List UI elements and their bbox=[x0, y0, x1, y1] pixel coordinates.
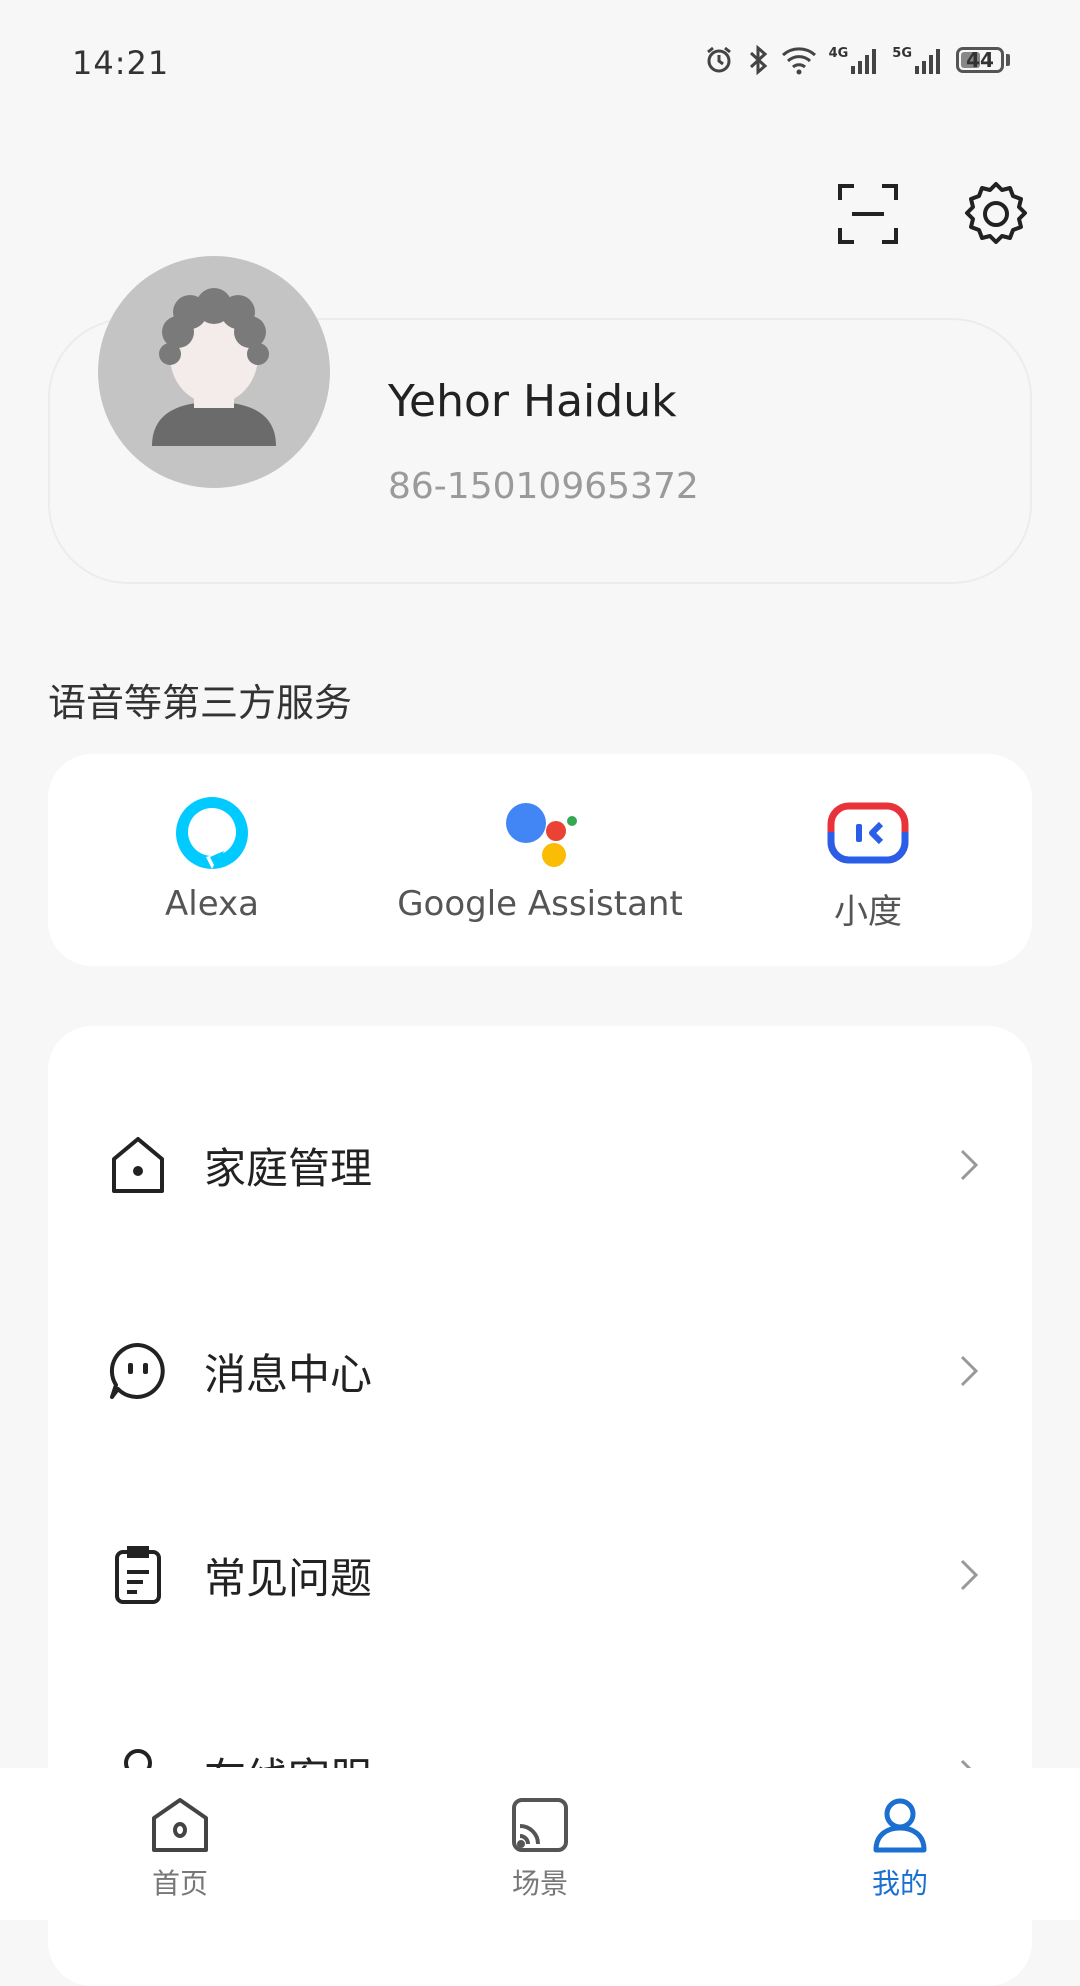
home-icon bbox=[108, 1133, 168, 1197]
alexa-icon bbox=[172, 792, 252, 874]
menu-item-label: 常见问题 bbox=[204, 1553, 373, 1603]
scan-button[interactable] bbox=[832, 180, 904, 252]
message-icon bbox=[108, 1339, 168, 1403]
status-bar: 14:21 4G 5G 44 bbox=[0, 0, 1080, 130]
chevron-right-icon bbox=[954, 1351, 984, 1391]
services-title: 语音等第三方服务 bbox=[48, 681, 353, 725]
battery-icon: 44 bbox=[956, 47, 1010, 73]
signal-4g-icon: 4G bbox=[829, 46, 881, 74]
menu-item-message-center[interactable]: 消息中心 bbox=[48, 1296, 1032, 1446]
service-label: Google Assistant bbox=[397, 884, 683, 924]
settings-button[interactable] bbox=[960, 180, 1032, 252]
service-google-assistant[interactable]: Google Assistant bbox=[376, 754, 704, 966]
network-label-2: 5G bbox=[892, 46, 912, 61]
network-label-1: 4G bbox=[828, 46, 849, 61]
chevron-right-icon bbox=[954, 1145, 984, 1185]
tab-label: 我的 bbox=[871, 1867, 928, 1900]
bottom-nav: 首页 场景 我的 bbox=[0, 1768, 1080, 1920]
menu-item-label: 消息中心 bbox=[204, 1349, 373, 1399]
service-alexa[interactable]: Alexa bbox=[48, 754, 376, 966]
avatar[interactable] bbox=[98, 256, 330, 488]
avatar-image bbox=[152, 288, 276, 446]
tab-home[interactable]: 首页 bbox=[0, 1768, 360, 1920]
wifi-icon bbox=[781, 45, 817, 75]
xiaodu-icon bbox=[827, 792, 909, 874]
user-icon bbox=[870, 1796, 930, 1858]
bluetooth-icon bbox=[747, 44, 769, 76]
google-assistant-icon bbox=[500, 792, 580, 874]
tab-label: 首页 bbox=[151, 1867, 208, 1900]
profile-name: Yehor Haiduk bbox=[388, 376, 677, 427]
chevron-right-icon bbox=[954, 1555, 984, 1595]
service-label: 小度 bbox=[834, 892, 902, 932]
service-label: Alexa bbox=[165, 884, 259, 924]
status-icons: 4G 5G 44 bbox=[703, 44, 1010, 76]
tab-label: 场景 bbox=[511, 1867, 568, 1900]
tab-scenes[interactable]: 场景 bbox=[360, 1768, 720, 1920]
profile-phone: 86-15010965372 bbox=[388, 466, 699, 507]
scan-icon bbox=[836, 182, 900, 250]
status-time: 14:21 bbox=[72, 44, 170, 82]
tab-mine[interactable]: 我的 bbox=[720, 1768, 1080, 1920]
battery-level: 44 bbox=[966, 48, 994, 72]
menu-item-family-management[interactable]: 家庭管理 bbox=[48, 1090, 1032, 1240]
services-card: Alexa Google Assistant 小度 bbox=[48, 754, 1032, 966]
service-xiaodu[interactable]: 小度 bbox=[704, 754, 1032, 966]
clipboard-icon bbox=[108, 1543, 168, 1607]
home-icon bbox=[150, 1796, 210, 1858]
cast-icon bbox=[510, 1796, 570, 1858]
alarm-icon bbox=[703, 44, 735, 76]
signal-5g-icon: 5G bbox=[892, 46, 944, 74]
menu-item-label: 家庭管理 bbox=[204, 1143, 373, 1193]
menu-item-faq[interactable]: 常见问题 bbox=[48, 1500, 1032, 1650]
gear-icon bbox=[960, 178, 1032, 254]
